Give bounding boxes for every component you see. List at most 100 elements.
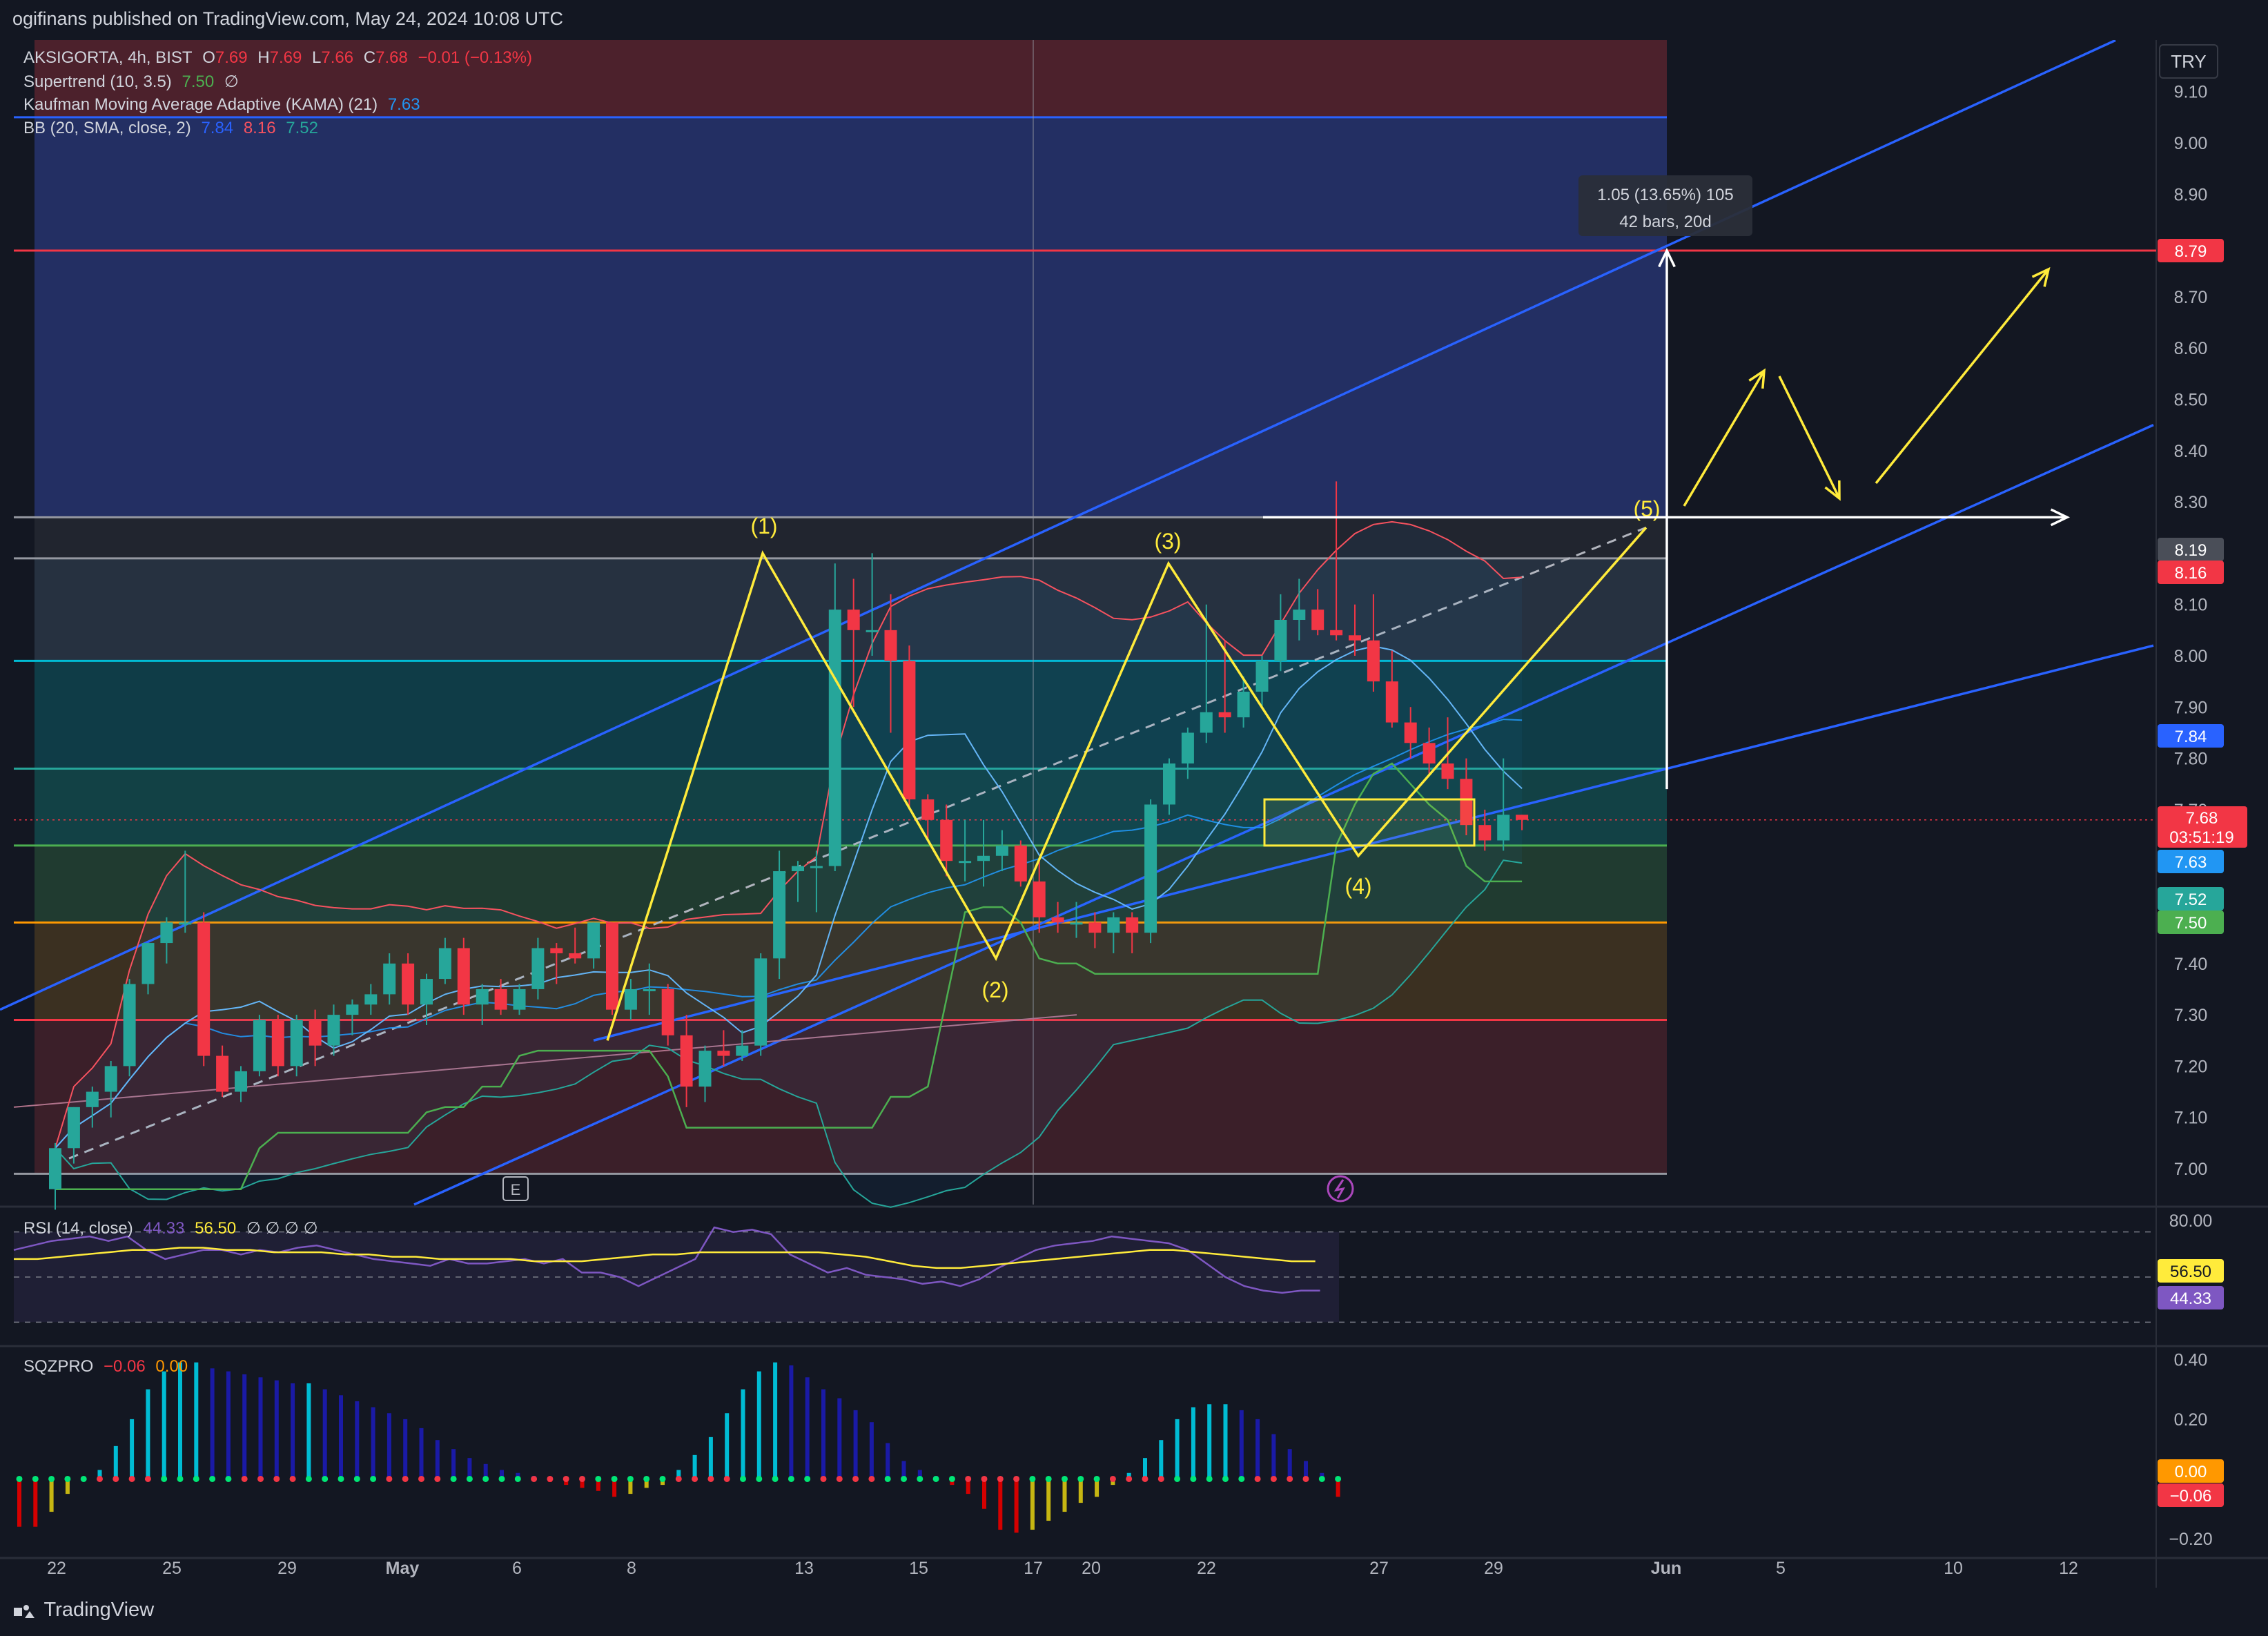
sqz-histogram-bar	[756, 1371, 761, 1479]
time-tick-label: Jun	[1651, 1559, 1681, 1578]
supertrend-tag-text: 7.50	[2175, 914, 2207, 933]
candle-body	[624, 989, 637, 1010]
candle-body	[104, 1066, 117, 1092]
sqz-dot	[193, 1475, 199, 1482]
time-tick-label: 13	[794, 1559, 814, 1578]
sqz-dot	[820, 1475, 827, 1482]
sqz-dot	[692, 1475, 698, 1482]
candle-body	[1330, 630, 1343, 636]
candle-body	[1423, 743, 1436, 764]
candle-body	[235, 1071, 247, 1092]
sqz-histogram-bar	[435, 1440, 440, 1479]
candle-body	[773, 871, 786, 959]
rsi-ma-value: 56.50	[195, 1219, 237, 1238]
sqz-dot	[1077, 1475, 1084, 1482]
rsi-label: RSI (14, close)	[23, 1219, 133, 1238]
candle-body	[420, 979, 433, 1005]
candle-body	[1051, 917, 1064, 923]
candle-body	[754, 958, 768, 1046]
footer-bar: TradingView	[0, 1589, 2268, 1636]
sqz-dot	[1254, 1475, 1261, 1482]
candle-body	[921, 799, 935, 820]
sqz-dot	[1142, 1475, 1148, 1482]
sqz-histogram-bar	[1030, 1479, 1035, 1530]
price-tick-label: 7.10	[2174, 1109, 2208, 1128]
time-tick-label: 29	[1484, 1559, 1503, 1578]
candle-body	[661, 989, 674, 1035]
rsi-null-glyphs: ∅ ∅ ∅ ∅	[246, 1219, 318, 1238]
sqz-dot	[466, 1475, 473, 1482]
last-price-text: 7.68	[2186, 809, 2218, 828]
candle-body	[736, 1045, 749, 1056]
sqz-histogram-bar	[1191, 1407, 1195, 1479]
sqz-dot	[1013, 1475, 1020, 1482]
chart-canvas[interactable]: (1)(2)(3)(4)(5)1.05 (13.65%) 10542 bars,…	[0, 0, 2268, 1636]
supertrend-null-glyph: ∅	[224, 72, 239, 91]
rsi-ma-tag-text: 56.50	[2170, 1263, 2211, 1281]
sqz-dot	[707, 1475, 714, 1482]
sqz-dot	[579, 1475, 585, 1482]
candle-body	[828, 610, 841, 866]
candle-body	[959, 861, 972, 864]
price-tick-label: 7.00	[2174, 1160, 2208, 1179]
sqz-dot	[144, 1475, 151, 1482]
candle-body	[197, 922, 211, 1056]
kama-tag-text: 7.63	[2175, 853, 2207, 872]
candle-body	[494, 989, 507, 1010]
symbol-legend[interactable]: AKSIGORTA, 4h, BIST O7.69 H7.69 L7.66 C7…	[23, 48, 538, 68]
sqz-dot	[97, 1475, 103, 1482]
sqz-dot	[498, 1475, 505, 1482]
currency-button[interactable]: TRY	[2159, 44, 2218, 79]
candle-body	[1367, 640, 1380, 682]
candle-body	[1218, 712, 1231, 718]
bb-legend[interactable]: BB (20, SMA, close, 2) 7.84 8.16 7.52	[23, 119, 324, 138]
published-line: ogifinans published on TradingView.com, …	[12, 8, 563, 29]
kama-legend[interactable]: Kaufman Moving Average Adaptive (KAMA) (…	[23, 95, 426, 115]
sqz-dot	[563, 1475, 569, 1482]
time-tick-label: 15	[909, 1559, 928, 1578]
sqz-histogram-bar	[1143, 1458, 1147, 1479]
candle-body	[643, 989, 656, 991]
sqz-histogram-bar	[853, 1410, 858, 1479]
sqz-dot	[225, 1475, 232, 1482]
kama-label: Kaufman Moving Average Adaptive (KAMA) (…	[23, 95, 378, 114]
price-tick-label: 7.30	[2174, 1006, 2208, 1025]
price-tick-label: 8.40	[2174, 442, 2208, 461]
sqz-dot	[64, 1475, 71, 1482]
tradingview-logo[interactable]: TradingView	[14, 1599, 154, 1622]
sqz-dot	[257, 1475, 264, 1482]
sqz-tick-label: 0.20	[2174, 1410, 2208, 1430]
sqz-histogram-bar	[242, 1374, 247, 1479]
candle-body	[1478, 825, 1492, 841]
price-tick-label: 8.00	[2174, 647, 2208, 666]
candle-body	[1181, 732, 1194, 764]
sqz-legend[interactable]: SQZPRO −0.06 0.00	[23, 1357, 193, 1376]
time-tick-label: 8	[627, 1559, 636, 1578]
sqz-histogram-bar	[291, 1383, 295, 1479]
sqz-histogram-bar	[1175, 1419, 1180, 1479]
sqz-histogram-bar	[194, 1362, 199, 1479]
time-tick-label: 27	[1369, 1559, 1389, 1578]
candle-body	[1404, 722, 1417, 743]
sqz-dot	[273, 1475, 280, 1482]
candle-body	[1441, 763, 1454, 779]
publish-bar: ogifinans published on TradingView.com, …	[0, 0, 2268, 40]
sqz-dot	[595, 1475, 602, 1482]
rsi-legend[interactable]: RSI (14, close) 44.33 56.50 ∅ ∅ ∅ ∅	[23, 1218, 324, 1238]
sqz-histogram-bar	[130, 1419, 135, 1479]
sqz-dot	[1045, 1475, 1052, 1482]
sqz-zero-tag-text: 0.00	[2175, 1463, 2207, 1481]
supertrend-legend[interactable]: Supertrend (10, 3.5) 7.50 ∅	[23, 72, 244, 92]
candle-body	[680, 1035, 693, 1087]
sqz-dot	[965, 1475, 972, 1482]
sqz-histogram-bar	[886, 1443, 890, 1479]
sqz-dot	[1109, 1475, 1116, 1482]
candle-body	[67, 1107, 80, 1149]
sqz-dot	[675, 1475, 682, 1482]
candle-body	[457, 948, 470, 1005]
sqz-histogram-bar	[1014, 1479, 1019, 1533]
sqz-dot	[1222, 1475, 1229, 1482]
sqz-histogram-bar	[1159, 1440, 1164, 1479]
sqz-dot	[209, 1475, 216, 1482]
sqz-pane-bg	[14, 1347, 2153, 1557]
